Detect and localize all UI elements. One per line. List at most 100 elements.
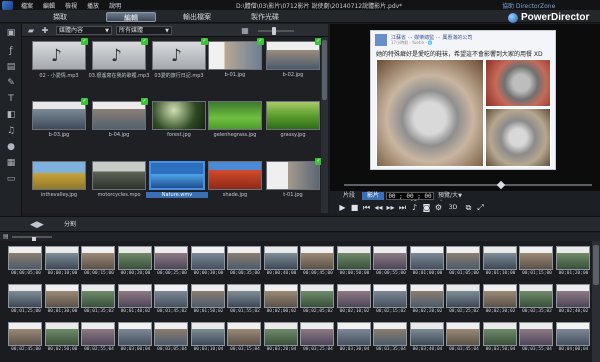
title-room-icon[interactable]: T bbox=[5, 94, 17, 104]
zoom-slider[interactable] bbox=[258, 27, 294, 35]
snapshot-icon[interactable]: ◙ bbox=[422, 203, 431, 212]
storyboard-clip[interactable]: 00;02;15;02 bbox=[373, 284, 409, 318]
movie-mode-button[interactable]: 影片 bbox=[362, 192, 385, 200]
transition-room-icon[interactable]: ◧ bbox=[5, 110, 17, 120]
menu-help[interactable]: 說明 bbox=[104, 1, 126, 10]
storyboard-clip[interactable]: 00;01;55;02 bbox=[227, 284, 263, 318]
storyboard-clip[interactable]: 00;00;50;00 bbox=[336, 246, 373, 280]
subtitle-room-icon[interactable]: ▭ bbox=[5, 174, 17, 184]
grid-view-icon[interactable]: ▦ bbox=[240, 26, 250, 35]
storyboard-clip[interactable]: 00;03;05;04 bbox=[154, 322, 190, 356]
storyboard-clip[interactable]: 00;01;30;00 bbox=[44, 284, 81, 318]
storyboard-clip[interactable]: 00;01;05;00 bbox=[446, 246, 482, 280]
library-item[interactable]: ✓ b-01.jpg bbox=[208, 38, 264, 81]
storyboard-clip[interactable]: 00;01;20;00 bbox=[555, 246, 592, 280]
settings-icon[interactable]: ⚙ bbox=[434, 203, 443, 212]
library-item[interactable]: shade.jpg bbox=[208, 161, 262, 201]
volume-icon[interactable]: ♪ bbox=[410, 203, 419, 212]
particle-room-icon[interactable]: ✎ bbox=[5, 78, 17, 88]
next-frame-icon[interactable]: ⏭ bbox=[398, 203, 407, 212]
storyboard-clip[interactable]: 00;01;35;02 bbox=[81, 284, 117, 318]
storyboard-clip[interactable]: 00;00;05;00 bbox=[8, 246, 44, 280]
storyboard-clip[interactable]: 00;00;55;00 bbox=[373, 246, 409, 280]
storyboard-clip[interactable]: 00;03;45;04 bbox=[446, 322, 482, 356]
storyboard-clip[interactable]: 00;00;40;00 bbox=[263, 246, 300, 280]
preview-slider[interactable] bbox=[344, 184, 592, 186]
tab-create-disc[interactable]: 製作光碟 bbox=[240, 12, 290, 22]
library-item[interactable]: gelenhegrass.jpg bbox=[208, 101, 262, 141]
storyboard-scrollbar[interactable] bbox=[592, 241, 600, 362]
storyboard-clip[interactable]: 00;02;20;02 bbox=[409, 284, 446, 318]
library-item-selected[interactable]: Nature.wmv bbox=[146, 161, 208, 201]
storyboard-clip[interactable]: 00;00;30;00 bbox=[190, 246, 227, 280]
storyboard-clip[interactable]: 00;01;50;02 bbox=[190, 284, 227, 318]
storyboard-clip[interactable]: 00;01;40;02 bbox=[117, 284, 154, 318]
import-media-icon[interactable]: ▰ bbox=[26, 26, 36, 35]
storyboard-clip[interactable]: 00;01;15;00 bbox=[519, 246, 555, 280]
menu-edit[interactable]: 編輯 bbox=[38, 1, 60, 10]
tab-produce[interactable]: 輸出檔案 bbox=[172, 12, 222, 22]
pip-room-icon[interactable]: ▤ bbox=[5, 62, 17, 72]
storyboard-clip[interactable]: 00;03;20;04 bbox=[263, 322, 300, 356]
storyboard-clip[interactable]: 00;04;00;04 bbox=[555, 322, 592, 356]
storyboard-scrollbar-thumb[interactable] bbox=[593, 245, 599, 285]
tab-edit[interactable]: 編輯 bbox=[106, 12, 156, 22]
library-item[interactable]: ♪ ✓ 03.很遙寫在我的歌裡.mp3 bbox=[89, 38, 149, 81]
storyboard-view-icon[interactable]: ◀▶ bbox=[30, 220, 44, 230]
stop-icon[interactable]: ■ bbox=[350, 203, 359, 212]
storyboard-clip[interactable]: 00;01;00;00 bbox=[409, 246, 446, 280]
storyboard-clip[interactable]: 00;02;05;02 bbox=[300, 284, 336, 318]
storyboard-clip[interactable]: 00;02;25;02 bbox=[446, 284, 482, 318]
storyboard-clip[interactable]: 00;02;40;02 bbox=[555, 284, 592, 318]
storyboard-clip[interactable]: 00;00;35;00 bbox=[227, 246, 263, 280]
effect-room-icon[interactable]: ƒ bbox=[5, 46, 17, 56]
storyboard-clip[interactable]: 00;00;20;00 bbox=[117, 246, 154, 280]
media-room-icon[interactable]: ▣ bbox=[5, 28, 17, 38]
storyboard-clip[interactable]: 00;00;25;00 bbox=[154, 246, 190, 280]
library-item[interactable]: ♪ ✓ 03愛的旅行日記.mp3 bbox=[152, 38, 208, 81]
storyboard-clip[interactable]: 00;00;45;00 bbox=[300, 246, 336, 280]
zoom-slider-knob[interactable] bbox=[272, 27, 276, 35]
library-item[interactable]: ✓ b-03.jpg bbox=[32, 98, 88, 141]
rewind-icon[interactable]: ◂◂ bbox=[374, 203, 383, 212]
library-scrollbar-thumb[interactable] bbox=[322, 40, 327, 100]
voiceover-icon[interactable]: ● bbox=[5, 142, 17, 152]
undock-icon[interactable]: ⤢ bbox=[476, 203, 485, 212]
library-item[interactable]: inthevalley.jpg bbox=[32, 161, 86, 201]
timecode-display[interactable]: 00 ; 00 ; 00 . 05 bbox=[386, 192, 434, 207]
library-scrollbar[interactable] bbox=[321, 37, 328, 213]
library-item[interactable]: grassy.jpg bbox=[266, 101, 320, 141]
storyboard-clip[interactable]: 00;02;55;04 bbox=[81, 322, 117, 356]
storyboard-clip[interactable]: 00;03;25;04 bbox=[300, 322, 336, 356]
storyboard-clip[interactable]: 00;02;35;02 bbox=[519, 284, 555, 318]
quality-combo[interactable]: 預覽/大小▼ bbox=[436, 192, 464, 207]
play-icon[interactable]: ▶ bbox=[338, 203, 347, 212]
storyboard-clip[interactable]: 00;02;50;00 bbox=[44, 322, 81, 356]
fast-forward-icon[interactable]: ▸▸ bbox=[386, 203, 395, 212]
storyboard-clip[interactable]: 00;00;15;00 bbox=[81, 246, 117, 280]
library-item[interactable]: ✓ b-04.jpg bbox=[92, 98, 148, 141]
split-button[interactable]: 分割 bbox=[62, 220, 78, 230]
storyboard-clip[interactable]: 00;03;35;04 bbox=[373, 322, 409, 356]
storyboard-clip[interactable]: 00;00;10;00 bbox=[44, 246, 81, 280]
directorzone-link[interactable]: 協助 DirectorZone bbox=[502, 1, 555, 10]
library-item[interactable]: forest.jpg bbox=[152, 101, 206, 141]
previous-frame-icon[interactable]: ⏮ bbox=[362, 203, 371, 212]
menu-file[interactable]: 檔案 bbox=[16, 1, 38, 10]
chapter-room-icon[interactable]: ▦ bbox=[5, 158, 17, 168]
storyboard-clip[interactable]: 00;02;45;00 bbox=[8, 322, 44, 356]
storyboard-clip[interactable]: 00;03;50;04 bbox=[482, 322, 519, 356]
storyboard-clip[interactable]: 00;01;25;00 bbox=[8, 284, 44, 318]
storyboard-clip[interactable]: 00;03;30;04 bbox=[336, 322, 373, 356]
clip-mode-button[interactable]: 片段 bbox=[338, 192, 360, 200]
storyboard-clip[interactable]: 00;03;15;04 bbox=[227, 322, 263, 356]
library-item[interactable]: ✓ t-01.jpg bbox=[266, 158, 322, 201]
library-item[interactable]: motorcycles.mpo bbox=[92, 161, 146, 201]
library-item[interactable]: ♪ ✓ 02 - 小愛情.mp3 bbox=[32, 38, 88, 81]
tab-capture[interactable]: 擷取 bbox=[40, 12, 80, 22]
library-item[interactable]: ✓ b-02.jpg bbox=[266, 38, 322, 81]
plugin-icon[interactable]: ✚ bbox=[40, 26, 50, 35]
media-content-combo[interactable]: 媒體內容 ▼ bbox=[56, 26, 112, 35]
media-filter-combo[interactable]: 所有媒體 ▼ bbox=[116, 26, 172, 35]
storyboard-clip[interactable]: 00;03;10;04 bbox=[190, 322, 227, 356]
